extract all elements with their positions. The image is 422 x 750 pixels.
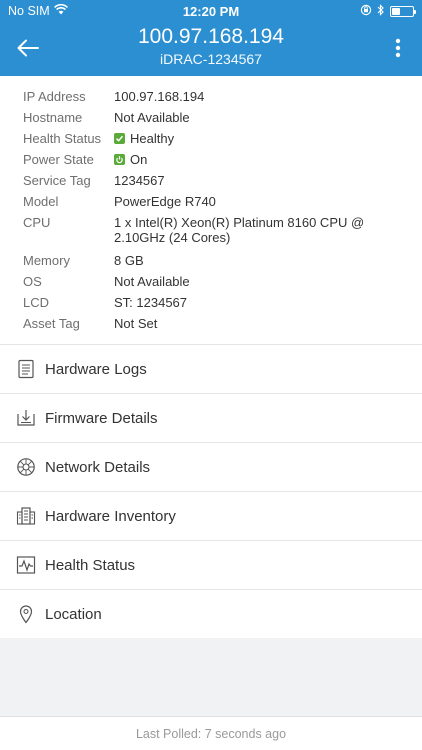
map-pin-icon	[16, 604, 36, 624]
header-titles: 100.97.168.194 iDRAC-1234567	[60, 22, 362, 68]
detail-row-hostname: Hostname Not Available	[23, 107, 422, 128]
detail-label: Hostname	[23, 110, 83, 125]
menu-item-label: Firmware Details	[45, 409, 158, 427]
detail-row-asset-tag: Asset Tag Not Set	[23, 313, 422, 334]
carrier: No SIM	[8, 3, 68, 18]
detail-row-ip-address: IP Address 100.97.168.194	[23, 86, 422, 107]
download-tray-icon	[16, 408, 36, 428]
detail-value: 8 GB	[114, 253, 144, 268]
detail-value: Not Available	[114, 274, 190, 289]
header-bar: No SIM 12:20 PM 100.97.168.194 iDRAC-123…	[0, 0, 422, 76]
detail-value-wrap: Healthy	[114, 131, 214, 146]
last-polled-footer: Last Polled: 7 seconds ago	[0, 716, 422, 750]
device-details: IP Address 100.97.168.194 Hostname Not A…	[0, 76, 422, 344]
detail-value: Not Set	[114, 316, 158, 331]
back-button[interactable]	[14, 34, 42, 62]
detail-label: Health Status	[23, 131, 102, 146]
back-arrow-icon	[17, 39, 39, 57]
detail-row-memory: Memory 8 GB	[23, 250, 422, 271]
detail-row-power-state: Power State On	[23, 149, 422, 170]
detail-label: Service Tag	[23, 173, 91, 188]
menu-item-label: Hardware Inventory	[45, 507, 176, 525]
menu-item-label: Hardware Logs	[45, 360, 147, 378]
detail-label: Memory	[23, 253, 70, 268]
detail-label: Model	[23, 194, 59, 209]
detail-value: PowerEdge R740	[114, 194, 216, 209]
server-rack-icon	[16, 506, 36, 526]
menu-item-health-status[interactable]: Health Status	[0, 540, 422, 589]
detail-label: LCD	[23, 295, 50, 310]
menu-item-hardware-inventory[interactable]: Hardware Inventory	[0, 491, 422, 540]
heart-pulse-icon	[16, 555, 36, 575]
page-title: 100.97.168.194	[138, 25, 284, 48]
menu-item-label: Network Details	[45, 458, 151, 476]
check-icon	[114, 133, 125, 144]
menu-item-location[interactable]: Location	[0, 589, 422, 638]
detail-value: 1 x Intel(R) Xeon(R) Platinum 8160 CPU @…	[114, 215, 365, 245]
detail-value: 100.97.168.194	[114, 89, 205, 104]
more-options-button[interactable]	[388, 34, 408, 62]
bluetooth-icon	[377, 3, 385, 19]
network-globe-icon	[16, 457, 36, 477]
detail-label: Power State	[23, 152, 94, 167]
detail-row-health-status: Health Status Healthy	[23, 128, 422, 149]
detail-row-os: OS Not Available	[23, 271, 422, 292]
menu-item-label: Health Status	[45, 556, 136, 574]
detail-label: IP Address	[23, 89, 86, 104]
orientation-lock-icon	[360, 4, 372, 19]
detail-row-lcd: LCD ST: 1234567	[23, 292, 422, 313]
status-indicators	[360, 3, 416, 19]
detail-value: ST: 1234567	[114, 295, 188, 310]
menu-item-label: Location	[45, 605, 102, 623]
power-icon	[114, 154, 125, 165]
more-vertical-icon	[395, 38, 401, 58]
nav-row: 100.97.168.194 iDRAC-1234567	[0, 22, 422, 76]
menu-item-hardware-logs[interactable]: Hardware Logs	[0, 344, 422, 393]
status-bar: No SIM 12:20 PM	[0, 0, 422, 22]
detail-value-wrap: On	[114, 152, 187, 167]
detail-label: Asset Tag	[23, 316, 80, 331]
detail-row-cpu: CPU 1 x Intel(R) Xeon(R) Platinum 8160 C…	[23, 212, 422, 250]
detail-value: Not Available	[114, 110, 190, 125]
detail-label: OS	[23, 274, 42, 289]
carrier-label: No SIM	[8, 4, 50, 18]
battery-icon	[390, 5, 416, 17]
detail-label: CPU	[23, 215, 51, 230]
wifi-icon	[53, 3, 68, 18]
detail-value: 1234567	[114, 173, 165, 188]
page-subtitle: iDRAC-1234567	[160, 51, 262, 67]
detail-row-service-tag: Service Tag 1234567	[23, 170, 422, 191]
menu-item-firmware-details[interactable]: Firmware Details	[0, 393, 422, 442]
menu-item-network-details[interactable]: Network Details	[0, 442, 422, 491]
power-state-value: On	[130, 152, 148, 167]
detail-row-model: Model PowerEdge R740	[23, 191, 422, 212]
document-list-icon	[16, 359, 36, 379]
detail-menu: Hardware Logs Firmware Details Network D…	[0, 344, 422, 638]
last-polled-text: Last Polled: 7 seconds ago	[135, 726, 287, 741]
health-status-value: Healthy	[130, 131, 175, 146]
